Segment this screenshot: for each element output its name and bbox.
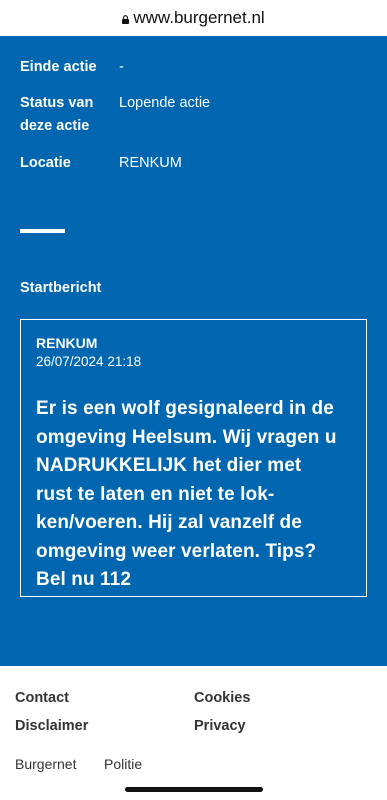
end-action-row: Einde actie - xyxy=(20,56,367,79)
status-value: Lopende actie xyxy=(119,95,211,111)
status-row: Status van deze actie Lopende actie xyxy=(20,92,367,138)
action-details-panel: Einde actie - Status van deze actie Lope… xyxy=(0,36,387,666)
location-row: Locatie RENKUM xyxy=(20,152,367,175)
url-text: www.burgernet.nl xyxy=(133,8,265,27)
status-label-line2: deze actie xyxy=(20,118,90,134)
message-datetime: 26/07/2024 21:18 xyxy=(36,354,142,369)
message-place: RENKUM xyxy=(36,335,98,351)
message-line: ken/voeren. Hij zal vanzelf de xyxy=(36,512,302,533)
location-label: Locatie xyxy=(20,155,71,171)
end-action-label: Einde actie xyxy=(20,59,97,75)
message-body: Er is een wolf gesignaleerd in de omgevi… xyxy=(36,395,351,595)
footer-link-politie[interactable]: Politie xyxy=(104,756,142,772)
section-divider xyxy=(20,229,65,233)
footer-link-contact[interactable]: Contact xyxy=(15,690,69,706)
location-value: RENKUM xyxy=(119,155,182,171)
footer: Contact Cookies Disclaimer Privacy Burge… xyxy=(0,666,387,800)
browser-url-bar[interactable]: www.burgernet.nl xyxy=(0,0,387,36)
home-indicator[interactable] xyxy=(125,787,263,792)
message-line: rust te laten en niet te lok- xyxy=(36,483,275,505)
lock-icon xyxy=(122,14,130,24)
footer-link-burgernet[interactable]: Burgernet xyxy=(15,756,76,772)
footer-link-cookies[interactable]: Cookies xyxy=(194,690,250,706)
start-message-card: RENKUM 26/07/2024 21:18 Er is een wolf g… xyxy=(20,319,367,597)
message-line: omgeving Heelsum. Wij vragen u xyxy=(36,426,337,448)
footer-link-disclaimer[interactable]: Disclaimer xyxy=(15,718,88,734)
message-line: Bel nu 112 xyxy=(36,569,131,590)
footer-link-privacy[interactable]: Privacy xyxy=(194,718,246,734)
end-action-value: - xyxy=(119,59,124,75)
message-line: Er is een wolf gesignaleerd in de xyxy=(36,398,334,419)
status-label-line1: Status van xyxy=(20,95,94,111)
message-line: omgeving weer verlaten. Tips? xyxy=(36,540,317,562)
message-line: NADRUKKELIJK het dier met xyxy=(36,455,302,476)
status-label: Status van deze actie xyxy=(20,92,119,138)
start-message-title: Startbericht xyxy=(20,280,102,296)
